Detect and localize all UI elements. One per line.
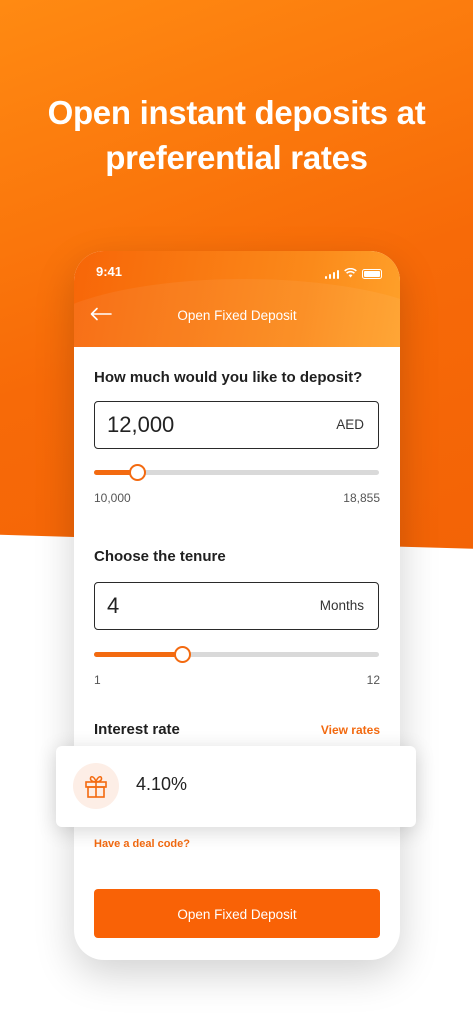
- tenure-field[interactable]: 4 Months: [94, 582, 379, 630]
- screen-title: Open Fixed Deposit: [177, 308, 297, 323]
- gift-icon: [73, 763, 119, 809]
- interest-rate-card: 4.10%: [56, 746, 416, 827]
- open-fixed-deposit-button[interactable]: Open Fixed Deposit: [94, 889, 380, 938]
- deposit-question: How much would you like to deposit?: [94, 369, 363, 386]
- tenure-slider[interactable]: [94, 646, 379, 663]
- tenure-slider-fill: [94, 652, 183, 657]
- deal-code-link[interactable]: Have a deal code?: [94, 838, 190, 850]
- deposit-slider[interactable]: [94, 464, 379, 481]
- currency-label: AED: [336, 417, 364, 432]
- battery-icon: [362, 269, 382, 279]
- wifi-icon: [344, 265, 357, 283]
- interest-rate-label: Interest rate: [94, 721, 180, 738]
- status-icons: [324, 265, 382, 283]
- signal-icon: [324, 269, 339, 279]
- app-header: 9:41 Open Fixed Deposit: [74, 251, 400, 399]
- deposit-slider-thumb[interactable]: [128, 464, 146, 481]
- interest-rate-value: 4.10%: [136, 774, 188, 794]
- tenure-question: Choose the tenure: [94, 548, 226, 565]
- tenure-max-label: 12: [366, 673, 380, 687]
- phone-mockup: 9:41 Open Fixed Deposit How much would y…: [74, 251, 400, 960]
- tenure-slider-thumb[interactable]: [174, 646, 192, 663]
- deposit-min-label: 10,000: [94, 491, 131, 505]
- tenure-unit-label: Months: [319, 598, 364, 613]
- deposit-amount-field[interactable]: 12,000 AED: [94, 401, 379, 449]
- deposit-max-label: 18,855: [343, 491, 380, 505]
- promo-headline: Open instant deposits at preferential ra…: [47, 94, 426, 176]
- tenure-value: 4: [107, 593, 120, 618]
- deposit-amount-value: 12,000: [107, 412, 175, 437]
- view-rates-link[interactable]: View rates: [321, 723, 380, 737]
- back-arrow-icon[interactable]: [90, 303, 112, 325]
- status-time: 9:41: [96, 264, 123, 279]
- tenure-min-label: 1: [94, 673, 101, 687]
